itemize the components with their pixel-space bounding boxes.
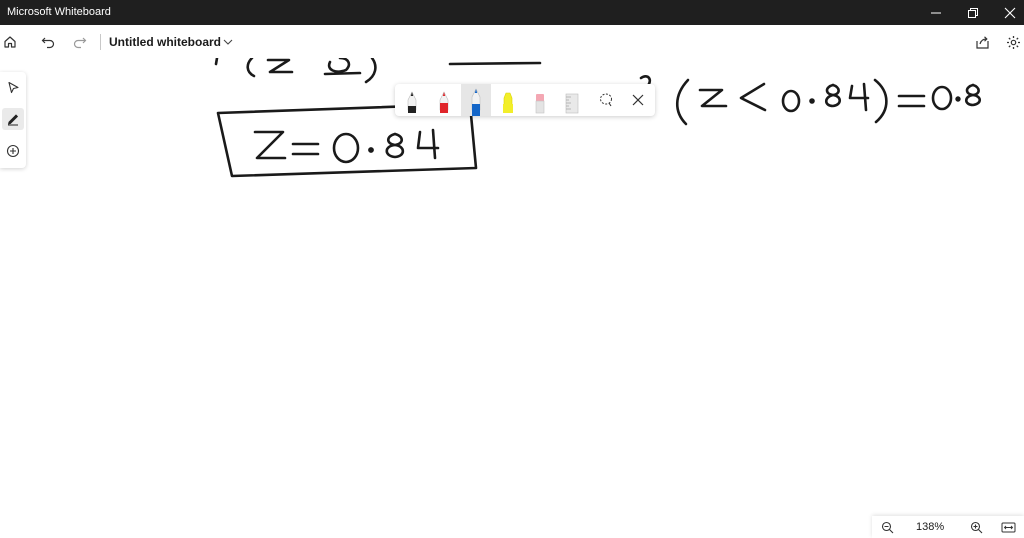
restore-icon — [968, 7, 978, 18]
zoom-level[interactable]: 138% — [916, 521, 944, 533]
lasso-select-button[interactable] — [591, 84, 621, 116]
ink-stroke — [824, 83, 842, 108]
ink-stroke — [253, 130, 287, 160]
ink-stroke — [739, 82, 767, 112]
add-icon — [6, 144, 20, 158]
ink-dot — [955, 96, 961, 102]
zoom-out-button[interactable] — [878, 518, 896, 536]
ruler[interactable] — [557, 84, 587, 116]
red-pen-icon — [439, 91, 449, 113]
ink-dot — [368, 147, 374, 153]
redo-button[interactable] — [70, 32, 90, 52]
ink-stroke — [931, 85, 953, 111]
settings-button[interactable] — [1003, 32, 1023, 52]
fit-to-screen-button[interactable] — [999, 518, 1017, 536]
highlighter-icon — [503, 92, 513, 113]
share-icon — [975, 35, 989, 49]
ink-stroke — [675, 78, 690, 126]
select-icon — [7, 81, 19, 93]
tool-rail — [0, 72, 26, 168]
ink-stroke — [698, 88, 728, 108]
add-tool-button[interactable] — [2, 140, 24, 162]
home-button[interactable] — [0, 32, 20, 52]
close-icon — [1004, 7, 1016, 18]
blue-pen[interactable] — [461, 84, 491, 116]
document-title[interactable]: Untitled whiteboard — [109, 35, 221, 49]
title-bar: Microsoft Whiteboard — [0, 0, 1024, 25]
zoom-in-button[interactable] — [967, 518, 985, 536]
ink-stroke — [214, 58, 219, 66]
gear-icon — [1006, 35, 1020, 49]
ruler-icon — [565, 93, 579, 114]
app-toolbar: Untitled whiteboard — [0, 25, 1024, 58]
whiteboard-canvas[interactable] — [0, 58, 1024, 538]
chevron-down-icon — [223, 39, 233, 45]
ink-stroke — [848, 82, 870, 112]
yellow-highlighter[interactable] — [493, 84, 523, 116]
ink-stroke — [873, 78, 888, 124]
eraser-icon — [535, 94, 545, 114]
title-dropdown-button[interactable] — [218, 32, 238, 52]
pen-icon — [7, 114, 19, 126]
ink-dot — [809, 98, 815, 104]
blue-pen-icon — [471, 88, 481, 116]
ink-stroke — [266, 58, 294, 74]
pen-tool-button[interactable] — [2, 108, 24, 130]
minimize-button[interactable] — [918, 0, 954, 25]
lasso-icon — [600, 93, 612, 107]
restore-button[interactable] — [955, 0, 991, 25]
ink-stroke — [327, 58, 351, 73]
ink-stroke — [416, 128, 440, 160]
ink-stroke — [246, 58, 256, 78]
ink-stroke — [323, 71, 362, 76]
home-icon — [4, 36, 16, 48]
eraser[interactable] — [525, 84, 555, 116]
undo-button[interactable] — [38, 32, 58, 52]
pen-tray — [395, 84, 655, 116]
black-pen[interactable] — [397, 84, 427, 116]
close-tray-button[interactable] — [623, 84, 653, 116]
select-tool-button[interactable] — [2, 76, 24, 98]
close-icon — [632, 94, 644, 106]
zoom-out-icon — [881, 521, 893, 533]
undo-icon — [41, 37, 55, 49]
red-pen[interactable] — [429, 84, 459, 116]
ink-stroke — [332, 132, 360, 164]
ink-stroke — [364, 58, 377, 84]
fit-width-icon — [1001, 522, 1015, 532]
ink-stroke — [964, 83, 982, 107]
share-button[interactable] — [972, 32, 992, 52]
redo-icon — [73, 37, 87, 49]
minimize-icon — [931, 12, 941, 13]
ink-stroke — [385, 132, 405, 159]
toolbar-divider — [100, 34, 101, 50]
black-pen-icon — [407, 91, 417, 113]
close-button[interactable] — [992, 0, 1024, 25]
zoom-in-icon — [970, 521, 982, 533]
zoom-bar: 138% — [872, 516, 1024, 538]
app-title: Microsoft Whiteboard — [7, 6, 111, 18]
ink-stroke — [781, 89, 801, 113]
ink-stroke — [448, 61, 542, 66]
